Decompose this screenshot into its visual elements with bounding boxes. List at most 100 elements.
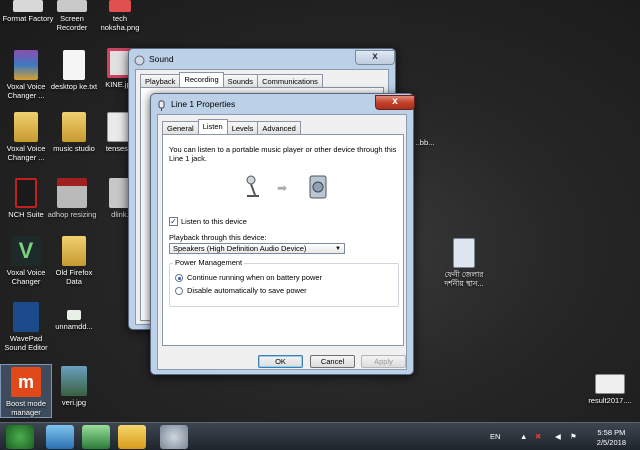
sound-tabs: Playback Recording Sounds Communications (140, 72, 323, 87)
document-icon (595, 374, 625, 394)
desktop-icon-label: Boost mode manager (5, 399, 47, 417)
tab-levels[interactable]: Levels (226, 121, 259, 134)
tab-recording[interactable]: Recording (179, 72, 224, 87)
desktop-icon-label: NCH Suite (8, 210, 44, 219)
tab-sounds[interactable]: Sounds (222, 74, 259, 87)
desktop-icon-voxal-2[interactable]: Voxal Voice Changer ... (0, 112, 52, 162)
start-orb-icon[interactable] (6, 425, 34, 449)
radio-continue[interactable] (175, 274, 183, 282)
speaker-device-icon (309, 175, 327, 201)
sound-window-title: Sound (149, 54, 174, 64)
taskbar-app-4-icon[interactable] (160, 425, 188, 449)
video-file-icon (453, 238, 475, 268)
desktop-icon-boost-mode[interactable]: m Boost mode manager (0, 364, 52, 418)
desktop-icon-screen-recorder[interactable]: Screen Recorder (46, 0, 98, 32)
sound-window-titlebar[interactable]: Sound x (129, 49, 395, 69)
speaker-icon (134, 53, 145, 66)
desktop-icon-desktop-ke[interactable]: desktop ke.txt (48, 50, 100, 91)
power-management-label: Power Management (173, 258, 245, 267)
radio-disable[interactable] (175, 287, 183, 295)
image-file-icon (67, 310, 81, 320)
playback-device-value: Speakers (High Definition Audio Device) (173, 244, 307, 253)
taskbar-app-1-icon[interactable] (46, 425, 74, 449)
arrow-right-icon: ➡ (277, 181, 288, 195)
properties-close-button[interactable]: x (375, 95, 415, 110)
microphone-icon (156, 98, 167, 111)
desktop-icon-label: desktop ke.txt (50, 82, 98, 91)
taskbar-app-3-icon[interactable] (118, 425, 146, 449)
clock-date: 2/5/2018 (596, 438, 626, 447)
microphone-jack-icon (243, 175, 263, 201)
folder-icon (14, 112, 38, 142)
clock-time: 5:58 PM (597, 428, 626, 437)
desktop-icon-label: music studio (53, 144, 95, 153)
image-file-icon (109, 0, 131, 12)
desktop-icon-label: veri.jpg (61, 398, 87, 407)
boost-mode-icon: m (11, 367, 41, 397)
screen-recorder-icon (57, 0, 87, 12)
tab-listen[interactable]: Listen (197, 119, 228, 134)
apply-button[interactable]: Apply (361, 355, 406, 368)
taskbar-app-2-icon[interactable] (82, 425, 110, 449)
desktop-icon-label: ফেনী জেলার দর্শনীয় স্থান... (444, 270, 484, 288)
sound-close-button[interactable]: x (355, 50, 395, 65)
desktop-icon-unnamdd[interactable]: unnamdd... (48, 310, 100, 331)
properties-titlebar[interactable]: Line 1 Properties x (151, 94, 415, 114)
listen-description: You can listen to a portable music playe… (169, 145, 397, 163)
text-file-icon (63, 50, 85, 80)
listen-checkbox[interactable]: ✓ (169, 217, 178, 226)
desktop-icon-voxal-1[interactable]: Voxal Voice Changer ... (0, 50, 52, 100)
format-factory-icon (13, 0, 43, 12)
desktop-icon-old-firefox[interactable]: Old Firefox Data (48, 236, 100, 286)
tray-arrow-icon[interactable]: ▲ (520, 423, 527, 450)
desktop-icon-label: Screen Recorder (56, 14, 88, 32)
playback-device-select[interactable]: Speakers (High Definition Audio Device) … (169, 243, 345, 254)
desktop-icon-label: tech noksha.png (100, 14, 140, 32)
volume-icon[interactable]: ◀ (555, 423, 561, 450)
desktop-icon-label: Voxal Voice Changer ... (6, 82, 46, 100)
desktop-icon-label: Voxal Voice Changer (6, 268, 46, 286)
playback-label: Playback through this device: (169, 233, 267, 242)
properties-window-title: Line 1 Properties (171, 99, 236, 109)
radio-disable-label: Disable automatically to save power (187, 286, 307, 295)
desktop-icon-adhop[interactable]: adhop resizing (46, 178, 98, 219)
tab-communications[interactable]: Communications (257, 74, 323, 87)
desktop-icon-label: result2017.... (588, 396, 632, 405)
listen-page: You can listen to a portable music playe… (162, 134, 404, 346)
clock[interactable]: 5:58 PM 2/5/2018 (597, 428, 626, 448)
desktop-icon-label: adhop resizing (47, 210, 97, 219)
tab-playback[interactable]: Playback (140, 74, 181, 87)
desktop-icon-label: unnamdd... (55, 322, 93, 331)
taskbar: EN ▲ ✖ ◀ ⚑ 5:58 PM 2/5/2018 (0, 422, 640, 450)
folder-icon (62, 236, 86, 266)
tab-advanced[interactable]: Advanced (257, 121, 301, 134)
desktop-icon-label: Old Firefox Data (55, 268, 93, 286)
desktop-icon-tech-noksha[interactable]: tech noksha.png (94, 0, 146, 32)
desktop-icon-voxal-3[interactable]: V Voxal Voice Changer (0, 236, 52, 286)
desktop-icon-veri[interactable]: veri.jpg (48, 366, 100, 407)
desktop-icon-feni[interactable]: ফেনী জেলার দর্শনীয় স্থান... (434, 238, 494, 288)
desktop-icon-result2017[interactable]: result2017.... (580, 374, 640, 405)
image-file-icon (57, 178, 87, 208)
photo-icon (61, 366, 87, 396)
power-management-group (169, 263, 399, 307)
properties-tabs: General Listen Levels Advanced (162, 119, 301, 134)
voxal-icon: V (11, 236, 41, 266)
listen-checkbox-label: Listen to this device (181, 217, 247, 226)
network-icon[interactable]: ✖ (535, 423, 541, 450)
line1-properties-window: Line 1 Properties x General Listen Level… (150, 93, 415, 375)
flag-icon[interactable]: ⚑ (570, 423, 577, 450)
chevron-down-icon: ▼ (335, 246, 341, 252)
archive-icon (14, 50, 38, 80)
desktop-icon-music-studio[interactable]: music studio (48, 112, 100, 153)
radio-continue-label: Continue running when on battery power (187, 273, 323, 282)
language-indicator[interactable]: EN (490, 423, 500, 450)
desktop-icon-wavepad[interactable]: WavePad Sound Editor (0, 302, 52, 352)
properties-panel: General Listen Levels Advanced You can l… (157, 114, 407, 370)
ok-button[interactable]: OK (258, 355, 303, 368)
cancel-button[interactable]: Cancel (310, 355, 355, 368)
desktop-icon-nch-suite[interactable]: NCH Suite (0, 178, 52, 219)
folder-icon (62, 112, 86, 142)
nch-suite-icon (15, 178, 37, 208)
tab-general[interactable]: General (162, 121, 199, 134)
